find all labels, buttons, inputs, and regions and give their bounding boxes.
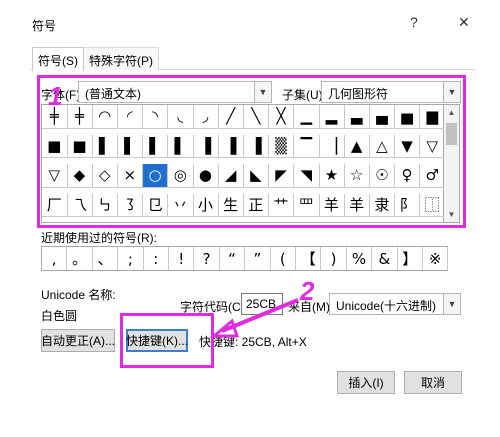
tab-special-chars[interactable]: 特殊字符(P): [83, 47, 159, 70]
recent-symbol-cell[interactable]: ”: [245, 247, 271, 270]
recent-symbol-cell[interactable]: “: [220, 247, 246, 270]
recent-symbol-cell[interactable]: !: [169, 247, 195, 270]
recent-symbol-cell[interactable]: 【: [296, 247, 322, 270]
chevron-down-icon: ▼: [443, 294, 460, 314]
recent-symbol-cell[interactable]: %: [347, 247, 373, 270]
annotation-box-1: [37, 75, 466, 228]
from-select-value: Unicode(十六进制): [336, 299, 437, 313]
annotation-number-1: 1: [48, 81, 63, 111]
cancel-button[interactable]: 取消: [404, 371, 462, 394]
recent-symbol-cell[interactable]: 。: [67, 247, 93, 270]
recent-symbol-cell[interactable]: (: [271, 247, 296, 270]
recent-symbol-cell[interactable]: ): [321, 247, 347, 270]
recent-symbols: ,。、;:!? “”(【)% &】 ※: [41, 246, 449, 271]
unicode-name-label: Unicode 名称:: [41, 288, 116, 302]
help-button[interactable]: ?: [410, 14, 418, 30]
recent-symbol-cell[interactable]: 】: [398, 247, 423, 270]
window-title: 符号: [32, 19, 57, 33]
tab-symbols[interactable]: 符号(S): [32, 47, 84, 71]
recent-label: 近期使用过的符号(R):: [41, 231, 157, 245]
autocorrect-button[interactable]: 自动更正(A)...: [41, 329, 115, 352]
recent-symbol-cell[interactable]: 、: [93, 247, 119, 270]
insert-button[interactable]: 插入(I): [337, 371, 395, 394]
recent-symbol-cell[interactable]: ,: [42, 247, 68, 270]
recent-symbol-cell[interactable]: ※: [423, 247, 449, 270]
recent-symbol-cell[interactable]: ;: [118, 247, 144, 270]
recent-symbol-cell[interactable]: &: [372, 247, 398, 270]
from-select[interactable]: Unicode(十六进制) ▼: [329, 293, 461, 315]
recent-symbol-cell[interactable]: ?: [194, 247, 220, 270]
unicode-name-value: 白色圆: [41, 309, 78, 323]
annotation-arrow: [209, 298, 299, 338]
close-button[interactable]: ✕: [458, 14, 470, 31]
recent-symbol-cell[interactable]: :: [144, 247, 169, 270]
